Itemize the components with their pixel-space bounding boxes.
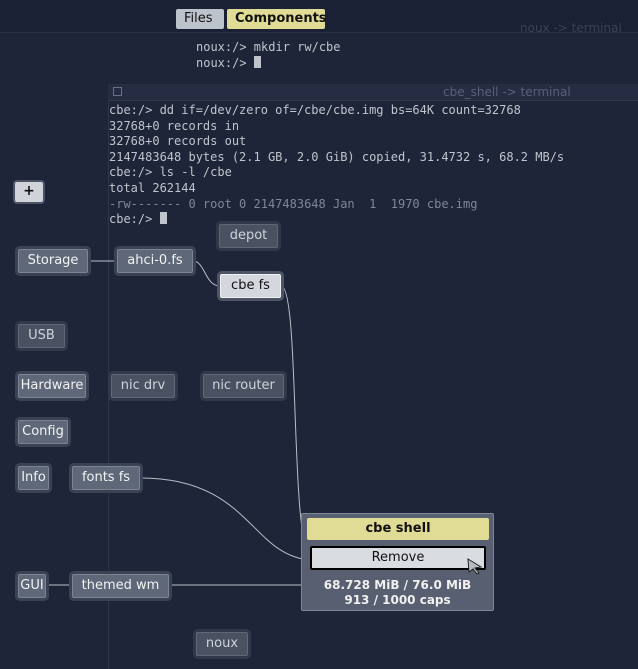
terminal-line: 32768+0 records out: [109, 134, 247, 149]
terminal-line: 32768+0 records in: [109, 118, 240, 133]
terminal-prompt: cbe:/>: [109, 212, 167, 228]
node-ahci-fs[interactable]: ahci-0.fs: [117, 249, 193, 273]
cbe-shell-terminal-window[interactable]: cbe_shell -> terminal cbe:/> dd if=/dev/…: [108, 84, 638, 226]
node-nic-drv[interactable]: nic drv: [111, 374, 175, 398]
tab-components[interactable]: Components: [227, 9, 327, 29]
window-title: cbe_shell -> terminal: [443, 85, 571, 99]
node-gui[interactable]: GUI: [18, 574, 46, 598]
node-info[interactable]: Info: [18, 466, 49, 490]
node-hardware[interactable]: Hardware: [18, 374, 86, 398]
node-fonts-fs[interactable]: fonts fs: [72, 466, 140, 490]
node-usb[interactable]: USB: [18, 324, 65, 348]
ram-usage: 68.728 MiB / 76.0 MiB: [323, 578, 472, 592]
add-component-button[interactable]: +: [15, 182, 43, 202]
selected-component-title[interactable]: cbe shell: [307, 518, 489, 540]
node-config[interactable]: Config: [18, 420, 68, 444]
node-depot[interactable]: depot: [219, 224, 278, 248]
window-close-icon[interactable]: [113, 87, 122, 96]
node-themed-wm[interactable]: themed wm: [72, 574, 169, 598]
mouse-pointer-icon: [467, 558, 483, 575]
tab-files[interactable]: Files: [176, 9, 224, 29]
top-bar: Files Components noux -> terminal: [0, 0, 638, 35]
terminal-line: cbe:/> ls -l /cbe: [109, 165, 232, 180]
text-cursor: [253, 56, 261, 68]
text-cursor: [159, 212, 167, 225]
terminal-line: total 262144: [109, 181, 196, 195]
node-noux[interactable]: noux: [196, 632, 248, 656]
noux-terminal-line: noux:/> mkdir rw/cbe: [196, 40, 341, 54]
remove-button[interactable]: Remove: [310, 546, 486, 570]
terminal-line: cbe:/> dd if=/dev/zero of=/cbe/cbe.img b…: [109, 103, 521, 117]
noux-window-title: noux -> terminal: [520, 21, 622, 35]
terminal-line: 2147483648 bytes (2.1 GB, 2.0 GiB) copie…: [109, 149, 565, 164]
terminal-line: -rw------- 0 root 0 2147483648 Jan 1 197…: [109, 196, 478, 211]
node-storage[interactable]: Storage: [18, 249, 88, 273]
window-titlebar[interactable]: cbe_shell -> terminal: [108, 84, 638, 101]
node-cbe-fs[interactable]: cbe fs: [220, 274, 281, 298]
node-nic-router[interactable]: nic router: [203, 374, 284, 398]
caps-usage: 913 / 1000 caps: [344, 593, 451, 607]
noux-terminal-prompt: noux:/>: [196, 56, 261, 72]
noux-terminal[interactable]: noux:/> mkdir rw/cbe noux:/>: [194, 36, 638, 86]
